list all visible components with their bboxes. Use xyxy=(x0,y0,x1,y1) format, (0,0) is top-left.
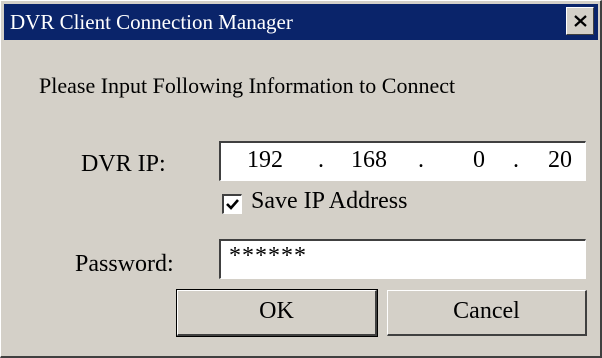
ip-octet-1[interactable]: 192 xyxy=(247,147,283,174)
password-input[interactable]: ****** xyxy=(219,239,586,279)
close-button[interactable] xyxy=(566,7,594,35)
ip-separator: . xyxy=(418,147,424,173)
password-label: Password: xyxy=(75,251,174,277)
save-ip-label[interactable]: Save IP Address xyxy=(251,188,407,215)
ip-separator: . xyxy=(513,147,519,173)
cancel-button[interactable]: Cancel xyxy=(387,290,587,336)
dvr-ip-label: DVR IP: xyxy=(81,151,166,177)
window-title: DVR Client Connection Manager xyxy=(10,10,293,34)
connection-dialog: DVR Client Connection Manager Please Inp… xyxy=(0,0,602,358)
ip-octet-2[interactable]: 168 xyxy=(351,147,387,174)
ip-octet-4[interactable]: 20 xyxy=(548,147,572,174)
close-icon xyxy=(574,15,587,27)
save-ip-checkbox[interactable] xyxy=(222,194,242,214)
ip-octet-3[interactable]: 0 xyxy=(473,147,485,174)
instruction-text: Please Input Following Information to Co… xyxy=(39,73,456,98)
ok-button[interactable]: OK xyxy=(176,289,378,337)
dvr-ip-input[interactable]: 192 . 168 . 0 . 20 xyxy=(219,141,586,181)
ip-separator: . xyxy=(318,147,324,173)
checkmark-icon xyxy=(226,199,239,210)
title-bar[interactable]: DVR Client Connection Manager xyxy=(4,4,598,40)
password-value: ****** xyxy=(229,243,307,269)
